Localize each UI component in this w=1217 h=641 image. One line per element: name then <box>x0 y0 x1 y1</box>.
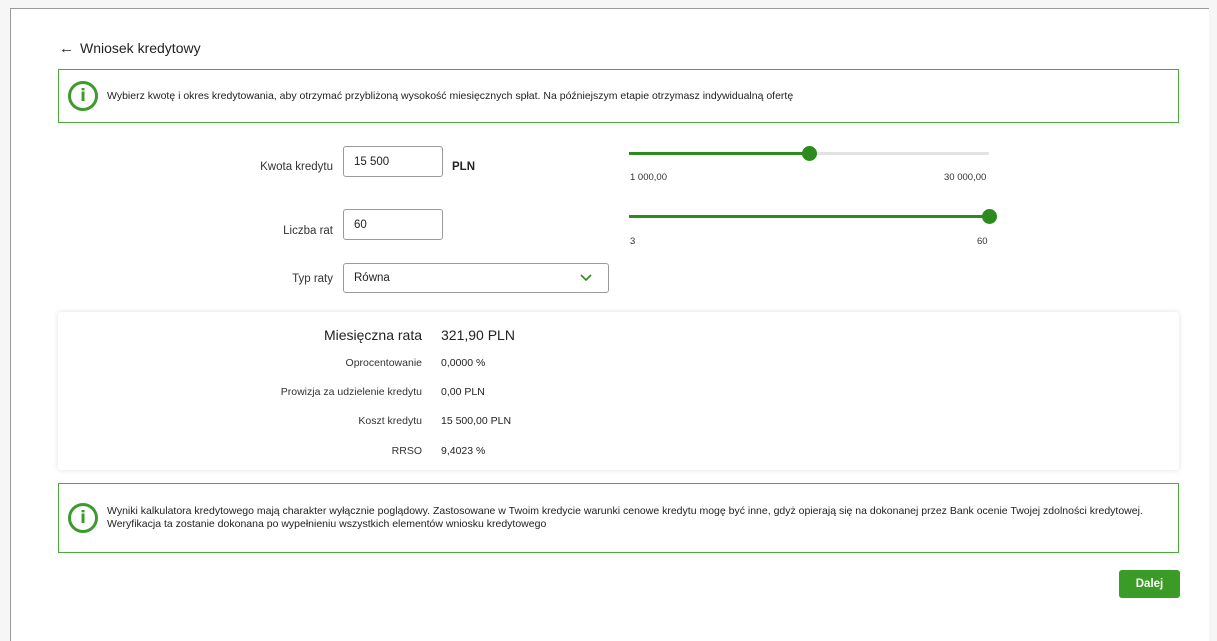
amount-slider-thumb[interactable] <box>802 146 817 161</box>
info-icon: i <box>68 503 98 533</box>
installments-slider-fill <box>629 215 989 218</box>
amount-label: Kwota kredytu <box>260 161 333 173</box>
info-banner-bottom-text: Wyniki kalkulatora kredytowego mają char… <box>107 505 1143 530</box>
installments-slider[interactable] <box>629 209 997 224</box>
back-link[interactable]: ← Wniosek kredytowy <box>59 38 201 58</box>
info-banner-bottom: i Wyniki kalkulatora kredytowego mają ch… <box>58 483 1179 553</box>
amount-slider[interactable] <box>629 146 989 161</box>
commission-label: Prowizja za udzielenie kredytu <box>280 386 422 398</box>
cost-value: 15 500,00 PLN <box>441 415 512 427</box>
chevron-down-icon <box>580 274 592 282</box>
results-panel: Miesięczna rata 321,90 PLN Oprocentowani… <box>58 312 1179 470</box>
rate-type-select[interactable]: Równa <box>343 263 609 293</box>
rrso-value: 9,4023 % <box>441 445 486 457</box>
amount-slider-min: 1 000,00 <box>630 172 667 183</box>
amount-unit: PLN <box>452 161 475 173</box>
cost-label: Koszt kredytu <box>358 415 422 427</box>
amount-slider-fill <box>629 152 809 155</box>
installments-label: Liczba rat <box>283 225 333 237</box>
amount-input[interactable]: 15 500 <box>343 146 443 177</box>
installments-input[interactable]: 60 <box>343 209 443 240</box>
rate-type-value: Równa <box>354 272 390 284</box>
rate-type-label: Typ raty <box>292 273 333 285</box>
page-title: Wniosek kredytowy <box>80 40 201 56</box>
monthly-rate-value: 321,90 PLN <box>441 327 515 343</box>
commission-value: 0,00 PLN <box>441 386 485 398</box>
info-banner-top-text: Wybierz kwotę i okres kredytowania, aby … <box>107 89 794 102</box>
amount-slider-max: 30 000,00 <box>944 172 987 183</box>
rrso-label: RRSO <box>391 445 422 457</box>
monthly-rate-label: Miesięczna rata <box>323 327 422 343</box>
installments-slider-max: 60 <box>977 236 988 247</box>
installments-slider-min: 3 <box>630 236 636 247</box>
installments-slider-thumb[interactable] <box>982 209 997 224</box>
info-banner-top: i Wybierz kwotę i okres kredytowania, ab… <box>58 69 1179 123</box>
interest-label: Oprocentowanie <box>345 357 422 369</box>
arrow-left-icon: ← <box>59 39 74 57</box>
interest-value: 0,0000 % <box>441 357 486 369</box>
next-button[interactable]: Dalej <box>1119 570 1180 598</box>
page-container: ← Wniosek kredytowy i Wybierz kwotę i ok… <box>10 8 1209 641</box>
app-frame: ← Wniosek kredytowy i Wybierz kwotę i ok… <box>0 0 1217 641</box>
info-icon: i <box>68 81 98 111</box>
